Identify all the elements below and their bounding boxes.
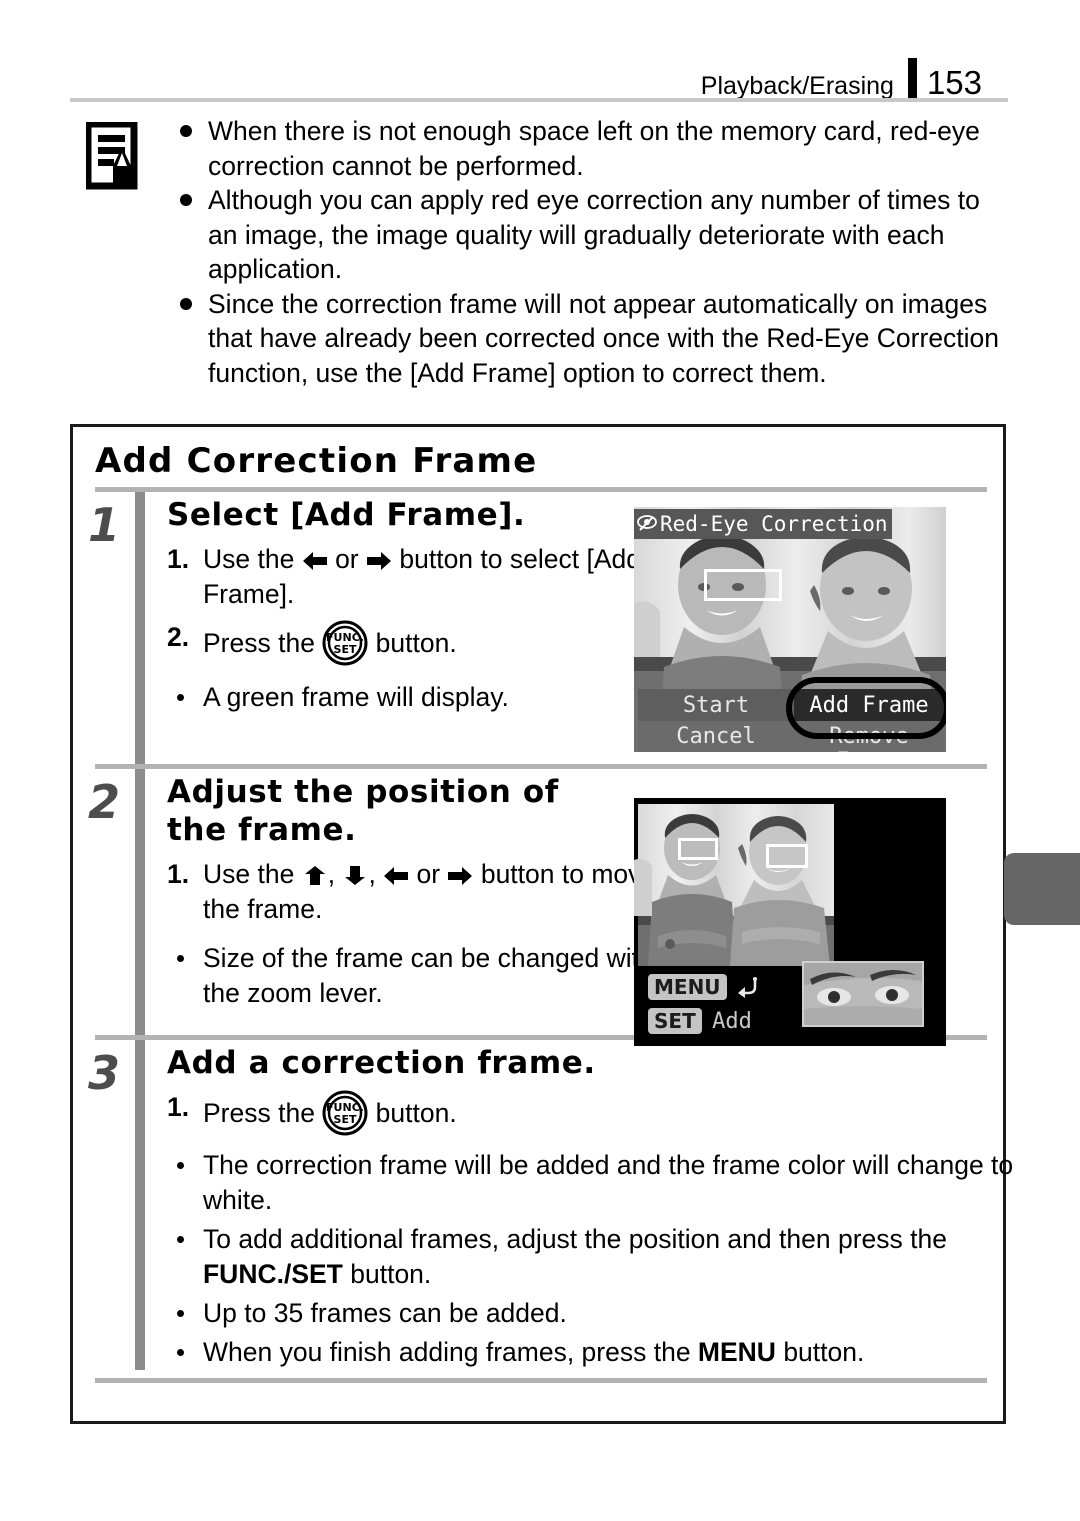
step-instruction: 1. Use the or button to select [Add Frame… (167, 542, 673, 612)
step-note-text: The correction frame will be added and t… (203, 1150, 1014, 1215)
step-number: 2 (87, 775, 120, 829)
red-eye-icon (636, 513, 658, 535)
bullet-dot-icon (177, 1310, 184, 1317)
instruction-text: Use the (203, 544, 302, 574)
up-arrow-icon (302, 865, 328, 887)
step-note-emphasis: MENU (697, 1337, 776, 1367)
instruction-text: or (327, 544, 366, 574)
left-arrow-icon (302, 550, 328, 572)
header-divider-bar (907, 58, 917, 100)
header-rule (70, 98, 1008, 102)
correction-frame (678, 838, 718, 860)
memo-note-icon (84, 120, 142, 192)
lcd-set-hint: SET Add (648, 1008, 752, 1034)
note-item-text: When there is not enough space left on t… (208, 116, 980, 181)
menu-cell-cancel[interactable]: Cancel (638, 721, 794, 752)
instruction-text: or (409, 859, 448, 889)
step-vertical-rule (135, 492, 145, 764)
instruction-index: 1. (167, 1092, 190, 1122)
page-header: Playback/Erasing 153 (0, 22, 1080, 101)
step-note: The correction frame will be added and t… (167, 1148, 1033, 1218)
instruction-text: button. (368, 1098, 457, 1128)
instruction-text: button. (368, 628, 457, 658)
step-instruction: 1. Press the FUNC. SET button. (167, 1090, 1033, 1136)
list-item: Since the correction frame will not appe… (178, 287, 1008, 391)
right-arrow-icon (366, 550, 392, 572)
bullet-dot-icon (177, 955, 184, 962)
step-vertical-rule (135, 1040, 145, 1370)
step-note-emphasis: FUNC./SET (203, 1259, 343, 1289)
lcd-title-text: Red-Eye Correction (660, 512, 888, 536)
header-chapter-title: Playback/Erasing (700, 72, 894, 100)
bullet-dot-icon (177, 1349, 184, 1356)
return-arrow-icon (735, 976, 761, 998)
step-note: Up to 35 frames can be added. (167, 1296, 1033, 1331)
correction-frame-active (766, 844, 808, 868)
step-number: 3 (87, 1046, 120, 1100)
menu-badge[interactable]: MENU (648, 974, 727, 1000)
right-arrow-icon (447, 865, 473, 887)
page-number: 153 (926, 64, 982, 101)
bullet-dot-icon (177, 1236, 184, 1243)
bullet-dot-icon (180, 125, 192, 137)
correction-frame (704, 569, 782, 601)
instruction-text: , (327, 859, 343, 889)
instruction-index: 1. (167, 544, 190, 574)
step-note-text: When you finish adding frames, press the (203, 1337, 698, 1367)
lcd-title-bar: Red-Eye Correction (634, 509, 892, 539)
menu-cell-start[interactable]: Start (638, 689, 794, 721)
note-item-text: Although you can apply red eye correctio… (208, 185, 980, 284)
step-vertical-rule (135, 769, 145, 1035)
instruction-text: Use the (203, 859, 302, 889)
func-set-button-icon: FUNC. SET (322, 620, 368, 666)
list-item: Although you can apply red eye correctio… (178, 183, 1008, 287)
step-instruction: 2. Press the FUNC. SET button. (167, 620, 673, 666)
bullet-dot-icon (180, 194, 192, 206)
step-note-text: button. (342, 1259, 432, 1289)
step-number: 1 (87, 498, 120, 552)
menu-option-cancel: Cancel (676, 724, 756, 749)
step-note-text: Size of the frame can be changed with th… (203, 943, 654, 1008)
step-instruction: 1. Use the , , or button to move the fram… (167, 857, 663, 927)
note-list: When there is not enough space left on t… (178, 114, 1008, 390)
lcd-screen-select-add-frame: Red-Eye Correction Start Add Frame Cance… (634, 507, 946, 752)
instruction-text: Press the (203, 628, 323, 658)
step-note-text: To add additional frames, adjust the pos… (203, 1224, 947, 1254)
lcd-screen-adjust-frame: MENU SET Add (634, 798, 946, 1046)
down-arrow-icon (342, 865, 368, 887)
bullet-dot-icon (177, 694, 184, 701)
svg-text:SET: SET (334, 643, 357, 656)
menu-option-start: Start (682, 693, 750, 718)
step-note-text: A green frame will display. (203, 682, 509, 712)
step-note: When you finish adding frames, press the… (167, 1335, 1033, 1370)
step-note-text: Up to 35 frames can be added. (203, 1298, 567, 1328)
list-item: When there is not enough space left on t… (178, 114, 1008, 183)
instruction-text: , (368, 859, 384, 889)
bullet-dot-icon (177, 1162, 184, 1169)
func-set-button-icon: FUNC. SET (322, 1090, 368, 1136)
oval-highlight-callout (786, 677, 946, 739)
lcd-menu-hint: MENU (648, 974, 761, 1000)
svg-text:SET: SET (334, 1113, 357, 1126)
set-badge[interactable]: SET (648, 1008, 702, 1034)
note-item-text: Since the correction frame will not appe… (208, 288, 1000, 388)
step-note: A green frame will display. (167, 680, 673, 715)
step-heading: Adjust the position of the frame. (167, 774, 559, 848)
bullet-dot-icon (180, 297, 192, 310)
step-note: Size of the frame can be changed with th… (167, 941, 663, 1011)
section-title: Add Correction Frame (95, 441, 538, 481)
instruction-index: 2. (167, 622, 190, 652)
set-action-label: Add (712, 1009, 752, 1034)
step-separator (95, 1378, 987, 1383)
step-3: 3 Add a correction frame. 1. Press the FU… (73, 1040, 1013, 1370)
magnified-eye-inset (802, 961, 924, 1027)
chapter-thumb-tab (1004, 853, 1080, 925)
step-note-text: button. (775, 1337, 865, 1367)
left-arrow-icon (383, 865, 409, 887)
instruction-index: 1. (167, 859, 190, 889)
instruction-text: Press the (203, 1098, 323, 1128)
step-heading: Add a correction frame. (167, 1045, 596, 1081)
step-note: To add additional frames, adjust the pos… (167, 1222, 1033, 1292)
